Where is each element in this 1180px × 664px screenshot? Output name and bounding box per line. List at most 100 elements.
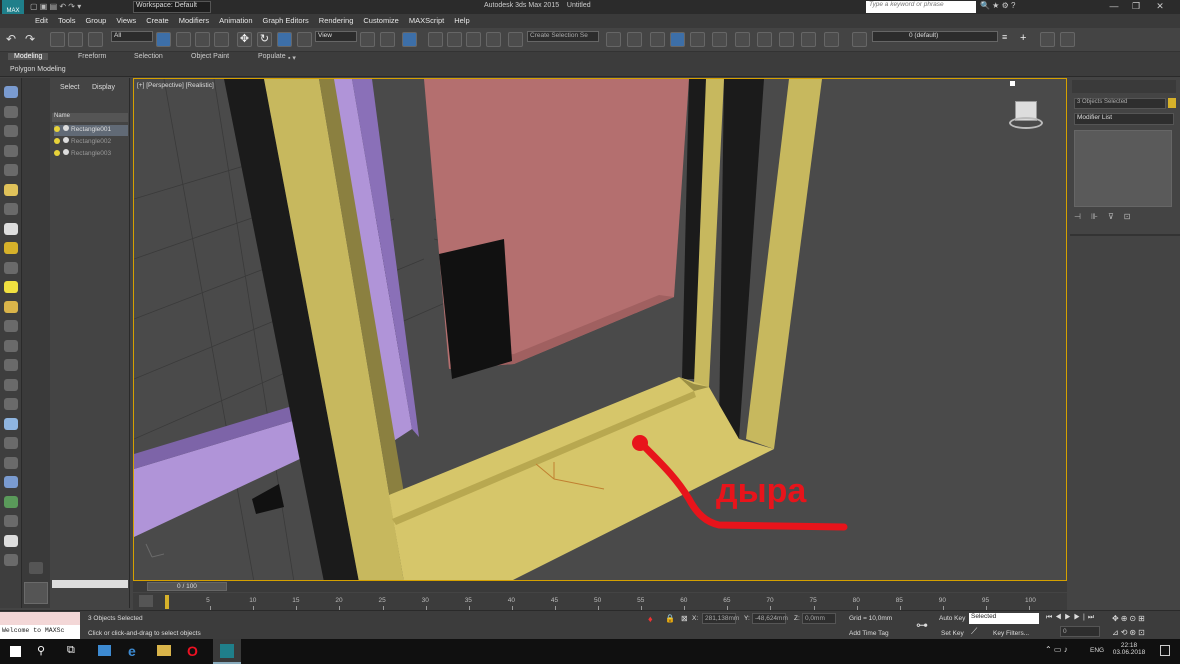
compound-icon[interactable] <box>4 495 18 508</box>
menu-tools[interactable]: Tools <box>53 14 81 27</box>
playback-controls[interactable]: ⏮◀▶▶|⏭ <box>1046 614 1097 622</box>
z-coordinate-field[interactable]: 0,0mm <box>802 613 836 624</box>
maxscript-listener-top[interactable] <box>0 612 80 625</box>
search-taskbar-icon[interactable]: ⚲ <box>37 644 45 657</box>
render-production-icon[interactable] <box>801 32 816 47</box>
freeze-icon[interactable] <box>63 149 69 155</box>
clock[interactable]: 22:18 03.06.2018 <box>1112 642 1146 656</box>
explorer-horizontal-scrollbar[interactable] <box>52 580 128 588</box>
snap-3d-icon[interactable] <box>428 32 443 47</box>
display-icon[interactable] <box>4 183 18 196</box>
bones-icon[interactable] <box>4 437 18 449</box>
schematic-view-icon[interactable] <box>712 32 727 47</box>
y-coordinate-field[interactable]: -48,624mm <box>752 613 788 624</box>
ribbon-tab-freeform[interactable]: Freeform <box>72 53 112 60</box>
create-layer-icon[interactable]: ≡ <box>1002 32 1017 47</box>
light-bulb-icon[interactable] <box>54 150 60 157</box>
key-filters-button[interactable]: Key Filters... <box>993 630 1029 637</box>
motion-icon[interactable] <box>4 164 18 176</box>
polygon-modeling-label[interactable]: Polygon Modeling <box>10 66 66 73</box>
layer-explorer-icon[interactable] <box>650 32 665 47</box>
absolute-mode-icon[interactable]: ⊠ <box>681 614 688 623</box>
viewcube-icon[interactable] <box>1009 97 1043 131</box>
start-icon[interactable] <box>10 646 21 657</box>
scale-icon[interactable] <box>277 32 292 47</box>
viewport-label[interactable]: [+] [Perspective] [Realistic] <box>137 82 214 89</box>
select-object-icon[interactable] <box>156 32 171 47</box>
spinner-snap-icon[interactable] <box>486 32 501 47</box>
explorer-taskbar-icon[interactable] <box>98 645 111 656</box>
hierarchy-icon[interactable] <box>4 144 18 157</box>
set-key-icon[interactable]: ⊶ <box>916 618 928 632</box>
selection-name-field[interactable]: 3 Objects Selected <box>1074 98 1166 109</box>
lock-selection-icon[interactable]: 🔒 <box>665 614 675 623</box>
3dsmax-taskbar-icon[interactable] <box>213 639 241 664</box>
time-slider-thumb[interactable]: 0 / 100 <box>147 582 227 591</box>
ribbon-tab-modeling[interactable]: Modeling <box>8 53 49 60</box>
key-mode-dropdown[interactable]: Selected <box>969 613 1039 624</box>
explorer-item-rectangle003[interactable]: Rectangle003 <box>54 149 128 160</box>
select-by-name-icon[interactable] <box>176 32 191 47</box>
add-time-tag[interactable]: Add Time Tag <box>849 630 889 637</box>
system-icon[interactable] <box>4 515 18 527</box>
menu-rendering[interactable]: Rendering <box>314 14 359 27</box>
explorer-tab-display[interactable]: Display <box>92 84 115 91</box>
minimize-icon[interactable]: — <box>1106 1 1122 13</box>
current-frame-field[interactable]: 0 <box>1060 626 1100 637</box>
explorer-item-rectangle002[interactable]: Rectangle002 <box>54 137 128 148</box>
x-coordinate-field[interactable]: 281,138mm <box>702 613 739 624</box>
explorer-tab-select[interactable]: Select <box>60 84 79 91</box>
app-logo-icon[interactable]: MAX <box>2 0 24 14</box>
current-layer-dropdown[interactable]: 0 (default) <box>872 31 998 42</box>
material-editor-icon[interactable] <box>735 32 750 47</box>
folder-taskbar-icon[interactable] <box>157 645 171 656</box>
curve-editor-mini-icon[interactable] <box>139 595 153 607</box>
manage-layers-icon[interactable] <box>824 32 839 47</box>
modifier-stack[interactable] <box>1074 130 1172 207</box>
edge-taskbar-icon[interactable]: e <box>128 643 136 659</box>
selection-filter-dropdown[interactable]: All <box>111 31 153 42</box>
explorer-column-header[interactable]: Name <box>52 113 128 122</box>
select-manipulate-icon[interactable] <box>380 32 395 47</box>
opera-taskbar-icon[interactable]: O <box>187 643 198 659</box>
place-icon[interactable] <box>297 32 312 47</box>
light-icon[interactable] <box>4 222 18 235</box>
redo-icon[interactable]: ↷ <box>25 32 40 47</box>
edit-named-sel-icon[interactable] <box>508 32 523 47</box>
object-color-swatch[interactable] <box>1168 98 1176 108</box>
selection-icon[interactable] <box>4 86 18 98</box>
language-indicator[interactable]: ENG <box>1090 647 1104 654</box>
isolate-icon[interactable]: ♦ <box>648 614 653 624</box>
select-in-layer-icon[interactable] <box>1040 32 1055 47</box>
freeze-icon[interactable] <box>63 137 69 143</box>
rotate-icon[interactable]: ↻ <box>257 32 272 47</box>
ribbon-dropdown-icon[interactable]: ▪ ▾ <box>288 54 296 62</box>
navigation-controls[interactable]: ✥⊕⊙⊞ <box>1112 614 1147 623</box>
notification-icon[interactable] <box>1160 645 1170 656</box>
home-icon[interactable] <box>1010 81 1015 86</box>
tube-icon[interactable] <box>4 554 18 566</box>
menu-help[interactable]: Help <box>449 14 474 27</box>
cone-icon[interactable] <box>4 359 18 371</box>
render-frame-icon[interactable] <box>779 32 794 47</box>
ribbon-tab-object-paint[interactable]: Object Paint <box>185 53 235 60</box>
align-icon[interactable] <box>627 32 642 47</box>
ribbon-tab-selection[interactable]: Selection <box>128 53 169 60</box>
named-selection-dropdown[interactable]: Create Selection Se <box>527 31 599 42</box>
auto-key-button[interactable]: Auto Key <box>939 615 965 622</box>
light-bulb-icon[interactable] <box>54 126 60 133</box>
shapes-icon[interactable] <box>4 417 18 430</box>
geosphere-icon[interactable] <box>4 534 18 547</box>
command-panel-tabs[interactable] <box>1072 80 1176 93</box>
helper-icon[interactable] <box>4 261 18 274</box>
window-crossing-icon[interactable] <box>214 32 229 47</box>
explorer-item-rectangle001[interactable]: Rectangle001 <box>54 125 128 136</box>
menu-group[interactable]: Group <box>80 14 111 27</box>
infocenter-icons[interactable]: 🔍 ★ ⚙ ? <box>980 1 1015 10</box>
freeze-icon[interactable] <box>63 125 69 131</box>
curve-editor-icon[interactable] <box>690 32 705 47</box>
menu-views[interactable]: Views <box>111 14 141 27</box>
render-setup-icon[interactable] <box>757 32 772 47</box>
percent-snap-icon[interactable] <box>466 32 481 47</box>
particle-icon[interactable] <box>4 476 18 488</box>
